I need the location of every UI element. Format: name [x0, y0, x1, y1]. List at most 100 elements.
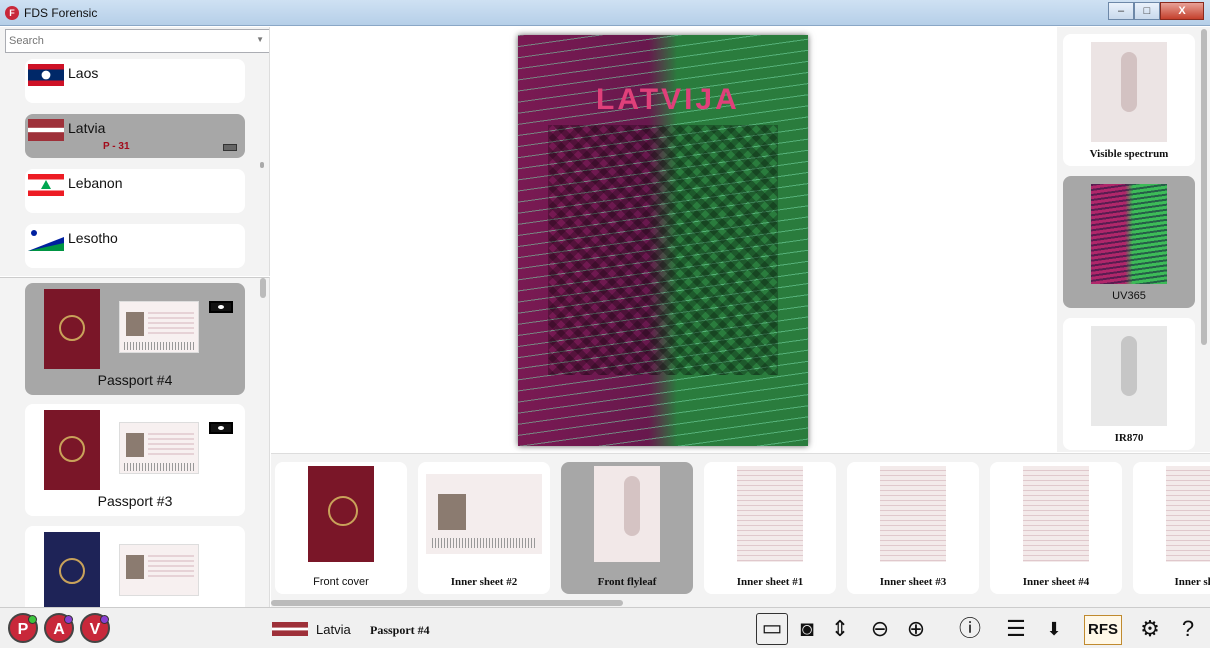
lesotho-flag-icon [28, 229, 64, 251]
spectrum-card-ir870[interactable]: IR870 [1063, 318, 1195, 450]
page-label: Inner sheet #4 [1022, 576, 1090, 588]
mrz-zone [124, 463, 196, 471]
country-panel: ▼ Laos Latvia P - 31 Lebanon [0, 27, 270, 276]
app-icon: F [5, 6, 19, 20]
status-dot-icon [64, 615, 73, 624]
page-thumbnail [880, 466, 946, 562]
mode-a-button[interactable]: A [44, 613, 74, 643]
spectrum-card-visible[interactable]: Visible spectrum [1063, 34, 1195, 166]
page-card-inner-sheet-4[interactable]: Inner sheet #4 [990, 462, 1122, 594]
page-thumbnail [1023, 466, 1089, 562]
spectrum-scrollbar[interactable] [1201, 29, 1207, 345]
lebanon-flag-icon [28, 174, 64, 196]
chip-icon [223, 144, 237, 151]
status-dot-icon [100, 615, 109, 624]
camera-icon[interactable]: ◙ [791, 613, 823, 645]
dropdown-arrow-icon[interactable]: ▼ [256, 35, 264, 44]
mode-letter: A [53, 621, 65, 638]
coat-of-arms-icon [59, 558, 85, 584]
image-viewer[interactable]: LATVIJA [271, 27, 1056, 452]
title-bar: F FDS Forensic – □ X [0, 0, 1210, 26]
rfs-button[interactable]: RFS [1084, 615, 1122, 645]
info-icon[interactable]: ⓘ [954, 613, 986, 645]
comment-icon[interactable]: ☰ [1000, 613, 1032, 645]
document-card[interactable] [25, 526, 245, 607]
page-card-front-cover[interactable]: Front cover [275, 462, 407, 594]
document-count: P - 31 [103, 141, 130, 152]
current-country: Latvia [316, 622, 351, 637]
passport-datapage [119, 301, 199, 353]
window-controls: – □ X [1108, 2, 1204, 20]
holder-photo [126, 312, 144, 336]
fit-page-icon[interactable]: ⇕ [824, 613, 856, 645]
spectrum-label: UV365 [1112, 290, 1146, 302]
page-card-inner-sheet-1[interactable]: Inner sheet #1 [704, 462, 836, 594]
document-panel: Passport #4 Passport #3 [0, 277, 270, 607]
document-image[interactable]: LATVIJA [518, 35, 808, 446]
country-item-laos[interactable]: Laos [25, 59, 245, 103]
mode-p-button[interactable]: P [8, 613, 38, 643]
monitor-icon[interactable]: ▭ [756, 613, 788, 645]
page-thumbnail [594, 466, 660, 562]
data-fields [148, 433, 194, 457]
page-card-inner-sheet-5[interactable]: Inner shee [1133, 462, 1210, 594]
spectrum-card-uv365[interactable]: UV365 [1063, 176, 1195, 308]
page-card-inner-sheet-3[interactable]: Inner sheet #3 [847, 462, 979, 594]
country-item-lesotho[interactable]: Lesotho [25, 224, 245, 268]
zoom-in-icon[interactable]: ⊕ [900, 613, 932, 645]
country-scrollbar[interactable] [260, 162, 264, 168]
pages-scrollbar[interactable] [271, 600, 623, 606]
page-label: Front flyleaf [597, 576, 657, 588]
spectrum-panel: Visible spectrum UV365 IR870 [1057, 27, 1210, 452]
spectrum-thumbnail [1091, 184, 1167, 284]
figure-watermark [624, 476, 640, 536]
current-document: Passport #4 [370, 623, 430, 637]
coat-of-arms-icon [59, 436, 85, 462]
coat-of-arms-icon [59, 315, 85, 341]
country-name: Lebanon [68, 175, 123, 191]
download-icon[interactable]: ⬇ [1038, 613, 1070, 645]
laos-flag-icon [28, 64, 64, 86]
latvia-flag-icon [28, 119, 64, 141]
figure-watermark [1121, 52, 1137, 112]
page-label: Inner shee [1174, 576, 1210, 588]
document-label: Passport #3 [97, 493, 173, 509]
document-scrollbar[interactable] [260, 278, 266, 298]
status-dot-icon [28, 615, 37, 624]
status-bar: P A V Latvia Passport #4 ▭ ◙ ⇕ ⊖ ⊕ ⓘ ☰ ⬇… [0, 607, 1210, 648]
passport-cover [44, 410, 100, 490]
document-card[interactable]: Passport #3 [25, 404, 245, 516]
zoom-out-icon[interactable]: ⊖ [864, 613, 896, 645]
spectrum-label: Visible spectrum [1089, 148, 1169, 160]
page-thumbnail [737, 466, 803, 562]
country-item-lebanon[interactable]: Lebanon [25, 169, 245, 213]
help-icon[interactable]: ? [1172, 613, 1204, 645]
mrz-zone [124, 342, 196, 350]
chip-icon [209, 422, 233, 434]
mode-v-button[interactable]: V [80, 613, 110, 643]
page-thumbnail [1166, 466, 1210, 562]
app-window: F FDS Forensic – □ X ▼ Laos Latvia P - 3… [0, 0, 1210, 648]
figure-watermark [1121, 336, 1137, 396]
page-card-front-flyleaf[interactable]: Front flyleaf [561, 462, 693, 594]
search-input[interactable] [6, 30, 251, 52]
data-fields [148, 555, 194, 579]
page-card-inner-sheet-2[interactable]: Inner sheet #2 [418, 462, 550, 594]
country-item-latvia[interactable]: Latvia P - 31 [25, 114, 245, 158]
page-thumbnail [426, 474, 542, 554]
chip-icon [209, 301, 233, 313]
maximize-button[interactable]: □ [1134, 2, 1160, 20]
mode-letter: V [89, 621, 101, 638]
window-title: FDS Forensic [24, 6, 98, 20]
settings-icon[interactable]: ⚙ [1134, 613, 1166, 645]
document-country-text: LATVIJA [596, 83, 740, 116]
document-label: Passport #4 [97, 372, 173, 388]
holder-photo [126, 433, 144, 457]
country-name: Latvia [68, 120, 106, 136]
country-name: Laos [68, 65, 99, 81]
document-card[interactable]: Passport #4 [25, 283, 245, 395]
passport-cover [44, 532, 100, 607]
close-button[interactable]: X [1160, 2, 1204, 20]
minimize-button[interactable]: – [1108, 2, 1134, 20]
latvia-flag-icon [272, 622, 308, 636]
